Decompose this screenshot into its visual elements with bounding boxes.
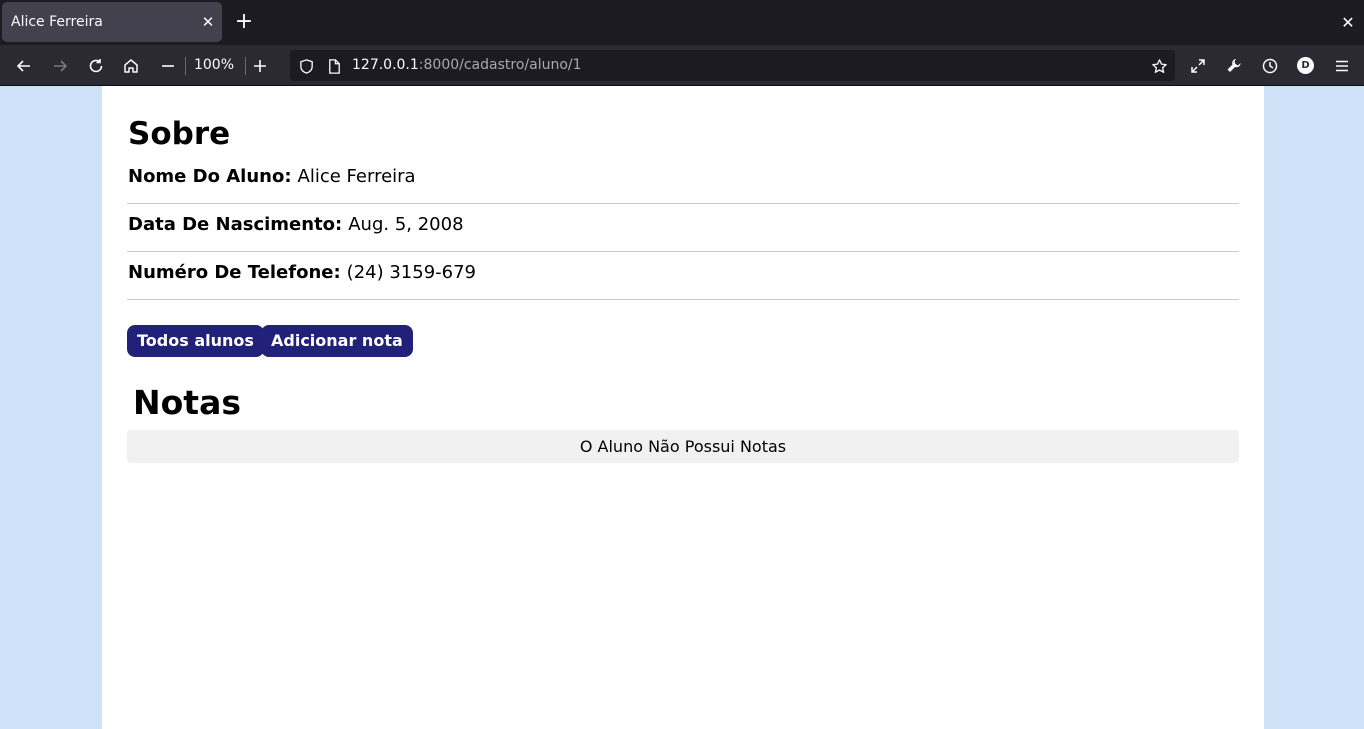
field-row-phone: Numéro De Telefone: (24) 3159-679 (127, 252, 1239, 300)
tab-bar: Alice Ferreira ✕ + ✕ (0, 0, 1364, 45)
fullscreen-icon[interactable] (1184, 52, 1212, 80)
forward-icon[interactable] (46, 52, 74, 80)
field-label: Nome Do Aluno: (128, 166, 292, 187)
url-bar[interactable]: 127.0.0.1:8000/cadastro/aluno/1 (290, 50, 1175, 81)
field-row-student-name: Nome Do Aluno: Alice Ferreira (127, 156, 1239, 204)
field-row-birth-date: Data De Nascimento: Aug. 5, 2008 (127, 204, 1239, 252)
tab-close-icon[interactable]: ✕ (197, 11, 219, 33)
window-close-icon[interactable]: ✕ (1337, 12, 1359, 34)
zoom-in-icon[interactable] (246, 52, 274, 80)
back-icon[interactable] (10, 52, 38, 80)
field-label: Data De Nascimento: (128, 214, 343, 235)
url-text[interactable]: 127.0.0.1:8000/cadastro/aluno/1 (352, 57, 582, 73)
history-icon[interactable] (1256, 52, 1284, 80)
add-grade-button[interactable]: Adicionar nota (261, 325, 413, 357)
field-value: (24) 3159-679 (346, 262, 477, 283)
field-label: Numéro De Telefone: (128, 262, 341, 283)
about-heading: Sobre (128, 116, 231, 152)
field-value: Aug. 5, 2008 (348, 214, 464, 235)
new-tab-icon[interactable]: + (232, 11, 256, 35)
wrench-icon[interactable] (1220, 52, 1248, 80)
url-host: 127.0.0.1 (352, 57, 419, 73)
browser-tab[interactable]: Alice Ferreira ✕ (2, 2, 222, 42)
shield-icon[interactable] (295, 55, 317, 77)
account-avatar-icon[interactable]: D (1297, 57, 1314, 74)
bookmark-star-icon[interactable] (1148, 55, 1170, 77)
reload-icon[interactable] (82, 52, 110, 80)
home-icon[interactable] (117, 52, 145, 80)
navigation-toolbar: 100% 127.0.0.1:8000/cadastro/aluno/1 (0, 45, 1364, 86)
grades-heading: Notas (133, 383, 241, 422)
menu-icon[interactable] (1328, 52, 1356, 80)
tab-title: Alice Ferreira (11, 14, 103, 30)
grades-empty-message: O Aluno Não Possui Notas (127, 430, 1239, 463)
zoom-level[interactable]: 100% (190, 57, 238, 73)
page-content: Sobre Nome Do Aluno: Alice Ferreira Data … (102, 86, 1264, 729)
field-value: Alice Ferreira (297, 166, 416, 187)
url-path: :8000/cadastro/aluno/1 (418, 57, 582, 73)
page-icon[interactable] (323, 55, 345, 77)
zoom-separator (185, 57, 186, 75)
zoom-out-icon[interactable] (154, 52, 182, 80)
all-students-button[interactable]: Todos alunos (127, 325, 264, 357)
